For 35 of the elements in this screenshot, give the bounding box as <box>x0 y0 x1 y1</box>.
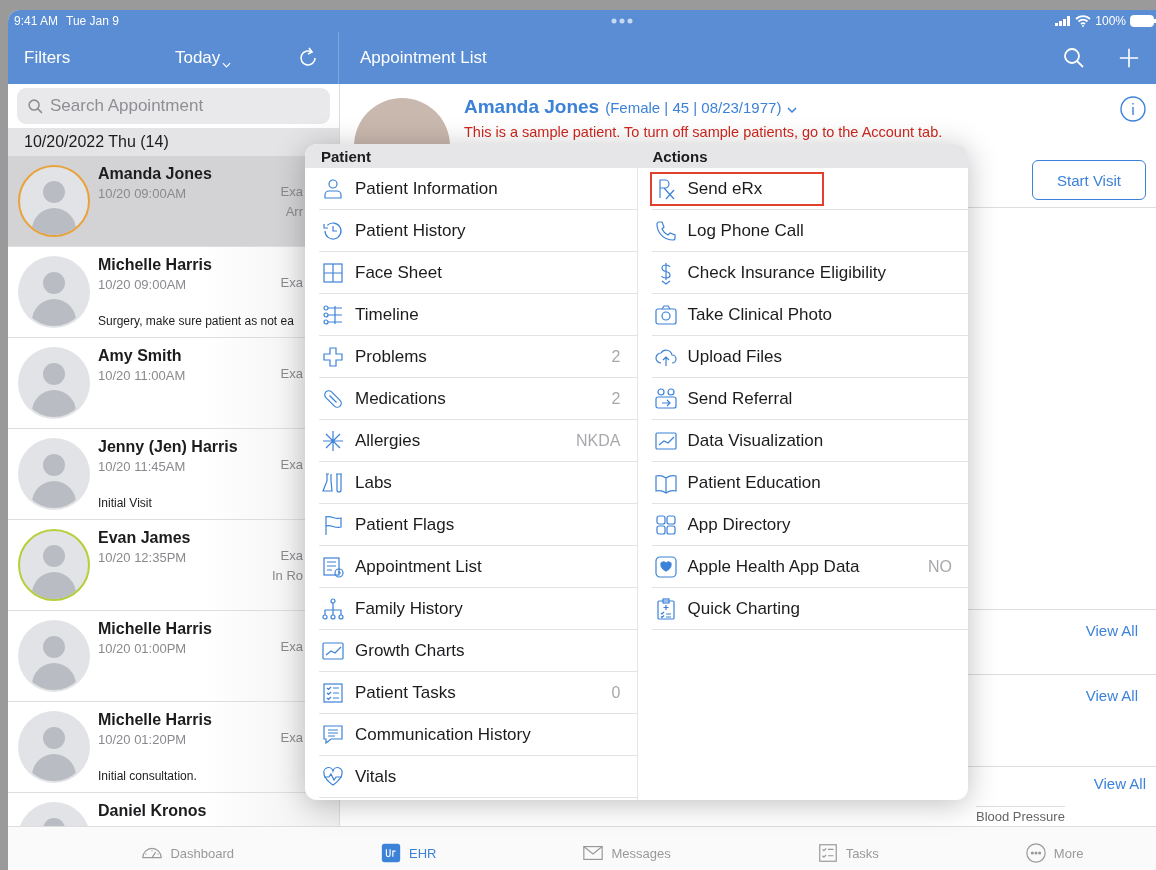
appointment-note: Surgery, make sure patient as not ea <box>98 314 294 328</box>
appointment-type: Exa <box>280 184 303 199</box>
appointment-type: Exa <box>280 548 303 563</box>
patient-name: Amanda Jones <box>98 165 213 183</box>
appointment-status: Arr <box>285 204 303 219</box>
patient-name: Michelle Harris <box>98 620 213 638</box>
battery-percent: 100% <box>1095 14 1126 28</box>
appointment-time: 10/20 12:35PM <box>98 550 188 565</box>
menu-section-title: Actions <box>651 147 709 165</box>
patient-name: Amy Smith <box>98 347 183 365</box>
appointment-time: 10/20 09:00AM <box>98 277 188 292</box>
status-time: 9:41 AM <box>14 14 59 28</box>
appointment-type: Exa <box>280 457 303 472</box>
appointment-note: Initial Visit <box>98 496 152 510</box>
patient-name: Jenny (Jen) Harris <box>98 438 239 456</box>
patient-name: Michelle Harris <box>98 256 213 274</box>
appointment-type: Exa <box>280 639 303 654</box>
sample-patient-notice: This is a sample patient. To turn off sample patients, go to the Account tab. <box>464 124 943 140</box>
appointment-status: In Ro <box>271 568 303 583</box>
appointment-type: Exa <box>280 730 303 745</box>
status-date: Tue Jan 9 <box>66 14 119 28</box>
vital-label: Blood Pressure <box>976 806 1065 824</box>
appointment-type: Exa <box>280 275 303 290</box>
appointment-time: 10/20 09:00AM <box>98 186 188 201</box>
appointment-time: 10/20 01:20PM <box>98 732 188 747</box>
appointment-time: 10/20 11:45AM <box>98 459 187 474</box>
appointment-note: Initial consultation. <box>98 769 197 783</box>
appointment-type: Exa <box>280 366 303 381</box>
appointment-time: 10/20 01:00PM <box>98 641 188 656</box>
patient-name: Daniel Kronos <box>98 802 208 820</box>
appointment-time: 10/20 11:00AM <box>98 368 187 383</box>
patient-details: (Female | 45 | 08/23/1977) <box>605 99 782 116</box>
page-title: Appointment List <box>360 48 487 68</box>
patient-name: Evan James <box>98 529 192 547</box>
patient-name: Michelle Harris <box>98 711 213 729</box>
